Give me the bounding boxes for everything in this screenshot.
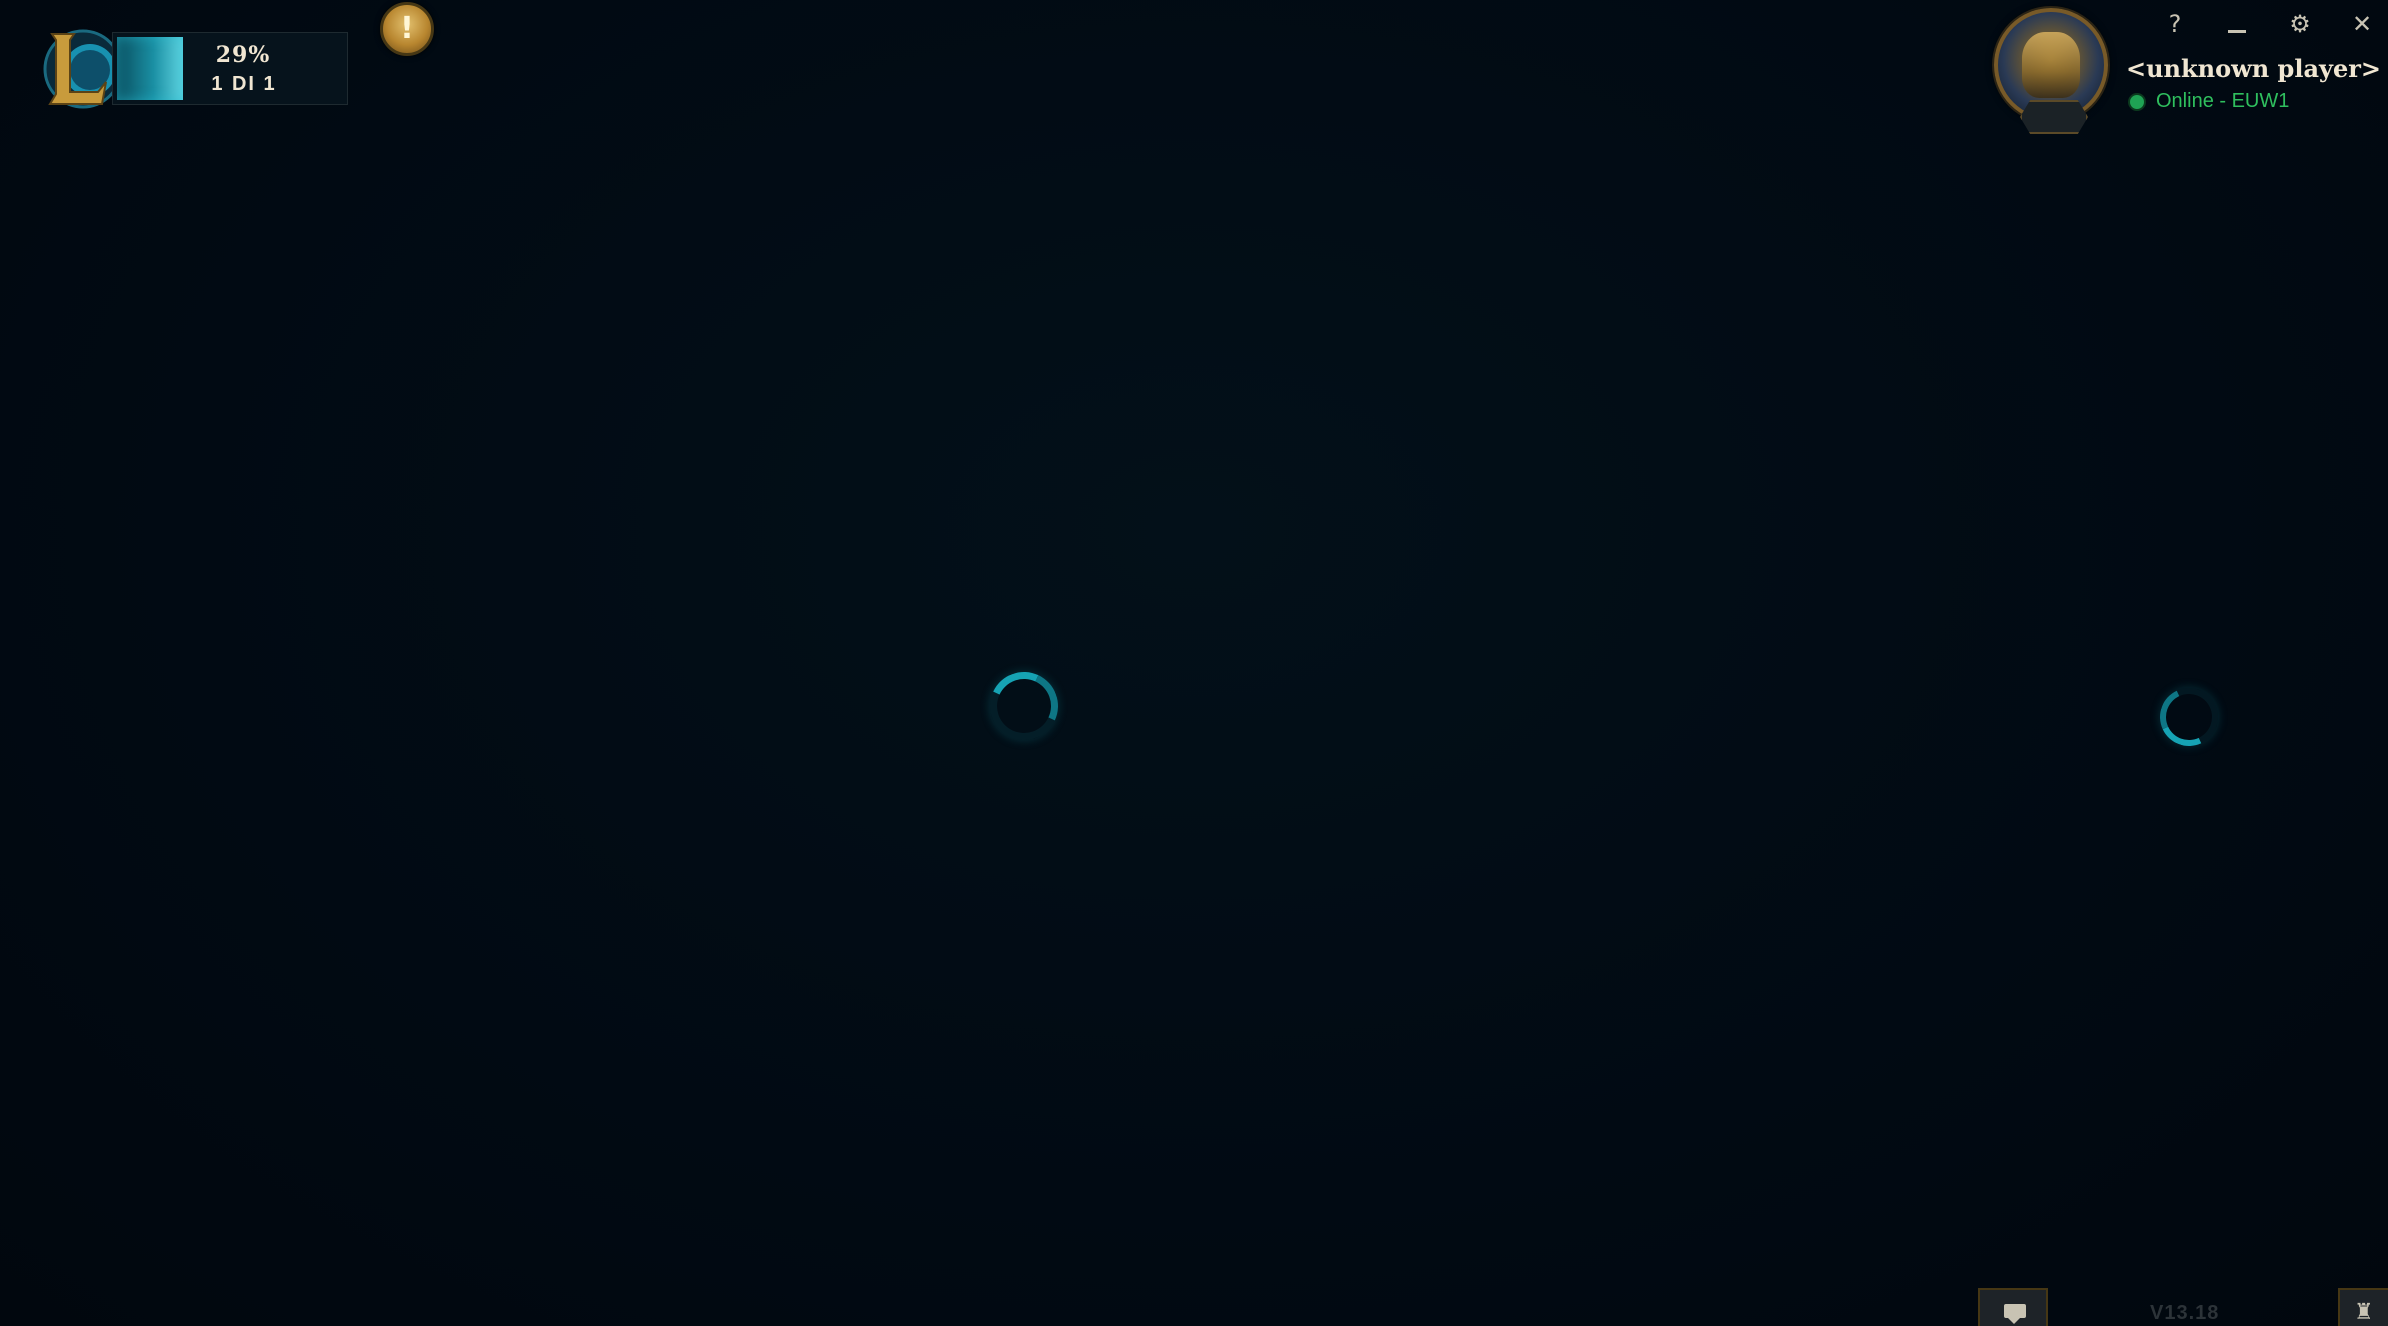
- social-loading-spinner-icon: [2151, 679, 2227, 755]
- gear-icon: ⚙: [2289, 10, 2311, 38]
- loading-spinner-icon: [980, 662, 1068, 750]
- online-status-icon: [2128, 93, 2146, 111]
- question-icon: ?: [2168, 10, 2182, 38]
- friends-icon: ♜: [2354, 1300, 2374, 1325]
- patch-progress-panel: 29% 1 DI 1: [112, 32, 348, 105]
- alert-button[interactable]: !: [380, 2, 434, 56]
- level-plate: [2020, 100, 2088, 134]
- client-window: 29% 1 DI 1 ! ? ⚙ ✕ <unknown player> Onli…: [0, 0, 2388, 1326]
- chat-bubble-icon: [2004, 1304, 2026, 1324]
- version-label: V13.18: [2150, 1302, 2220, 1324]
- exclamation-icon: !: [400, 11, 414, 46]
- patch-percent-label: 29%: [215, 42, 271, 68]
- minimize-button[interactable]: [2217, 4, 2257, 44]
- close-icon: ✕: [2351, 10, 2373, 38]
- patch-progress-bar: [117, 37, 183, 100]
- help-button[interactable]: ?: [2155, 4, 2195, 44]
- close-button[interactable]: ✕: [2342, 4, 2382, 44]
- patch-count-label: 1 DI 1: [211, 73, 277, 95]
- minimize-icon: [2228, 30, 2246, 33]
- settings-button[interactable]: ⚙: [2280, 4, 2320, 44]
- friends-button[interactable]: ♜: [2338, 1288, 2388, 1326]
- player-name[interactable]: <unknown player>: [2126, 54, 2381, 83]
- player-status[interactable]: Online - EUW1: [2156, 90, 2289, 113]
- chat-button[interactable]: [1978, 1288, 2048, 1326]
- summoner-icon: [2022, 32, 2080, 98]
